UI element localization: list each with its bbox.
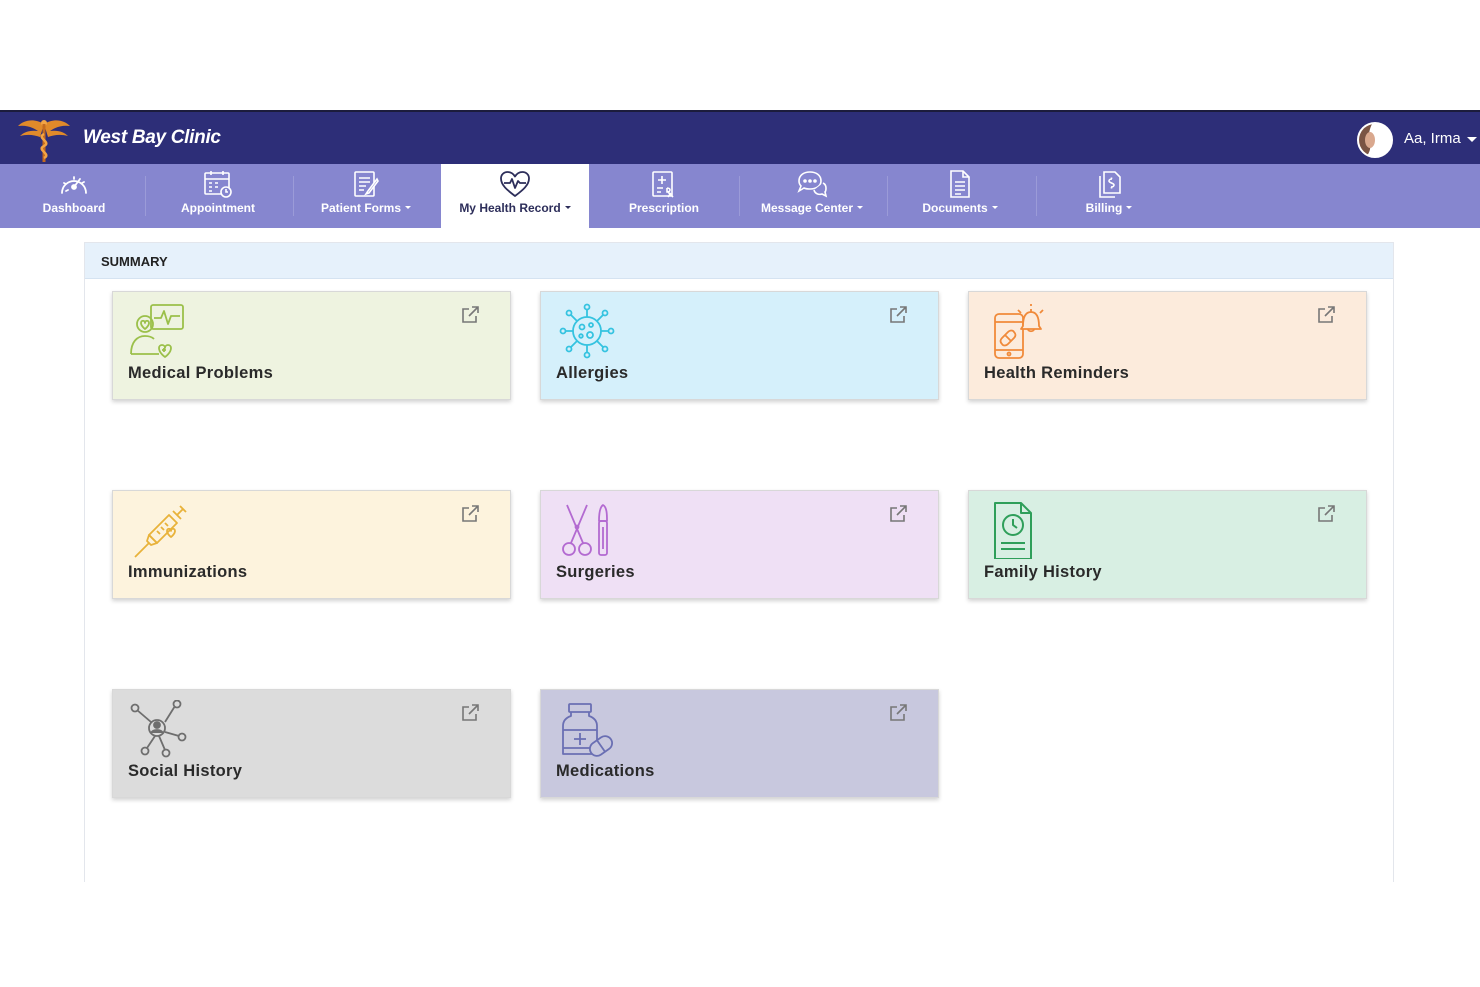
medical-problems-icon bbox=[129, 302, 189, 360]
nav-item-patient-forms[interactable]: Patient Forms bbox=[292, 164, 440, 228]
heartbeat-icon bbox=[499, 169, 531, 199]
summary-title: SUMMARY bbox=[101, 254, 168, 269]
syringe-icon bbox=[129, 501, 189, 559]
calendar-clock-icon bbox=[202, 169, 234, 199]
external-link-icon[interactable] bbox=[888, 703, 908, 723]
nav-item-documents[interactable]: Documents bbox=[886, 164, 1034, 228]
nav-item-billing[interactable]: Billing bbox=[1035, 164, 1183, 228]
main-nav: Dashboard Appointment Patient Forms My H… bbox=[0, 164, 1480, 228]
summary-header: SUMMARY bbox=[85, 243, 1393, 279]
clinic-name[interactable]: West Bay Clinic bbox=[83, 127, 221, 149]
card-health-reminders[interactable]: Health Reminders bbox=[968, 291, 1367, 400]
form-edit-icon bbox=[350, 169, 382, 199]
card-social-history[interactable]: Social History bbox=[112, 689, 511, 798]
nav-item-prescription[interactable]: Prescription bbox=[590, 164, 738, 228]
nav-label: Dashboard bbox=[42, 201, 106, 215]
external-link-icon[interactable] bbox=[460, 703, 480, 723]
chevron-down-icon[interactable] bbox=[1467, 137, 1477, 142]
nav-item-message-center[interactable]: Message Center bbox=[738, 164, 886, 228]
card-title: Medications bbox=[556, 762, 655, 780]
chevron-down-icon bbox=[991, 206, 998, 210]
card-family-history[interactable]: Family History bbox=[968, 490, 1367, 599]
virus-icon bbox=[557, 302, 617, 360]
nav-label: Documents bbox=[922, 201, 988, 215]
nav-label: Patient Forms bbox=[320, 201, 401, 215]
summary-panel: SUMMARY Medical Problems Allergies Healt… bbox=[84, 242, 1394, 882]
card-title: Health Reminders bbox=[984, 364, 1130, 382]
nav-label: Appointment bbox=[181, 201, 255, 215]
external-link-icon[interactable] bbox=[1316, 305, 1336, 325]
card-medications[interactable]: Medications bbox=[540, 689, 939, 798]
card-medical-problems[interactable]: Medical Problems bbox=[112, 291, 511, 400]
chevron-down-icon bbox=[1126, 206, 1133, 210]
nav-label: Message Center bbox=[760, 201, 854, 215]
nav-label: Prescription bbox=[628, 201, 700, 215]
caduceus-icon[interactable] bbox=[16, 116, 72, 164]
external-link-icon[interactable] bbox=[888, 504, 908, 524]
chevron-down-icon bbox=[857, 206, 864, 210]
prescription-icon bbox=[648, 169, 680, 199]
card-surgeries[interactable]: Surgeries bbox=[540, 490, 939, 599]
card-title: Immunizations bbox=[128, 563, 248, 581]
chat-bubbles-icon bbox=[796, 169, 828, 199]
card-immunizations[interactable]: Immunizations bbox=[112, 490, 511, 599]
external-link-icon[interactable] bbox=[460, 305, 480, 325]
external-link-icon[interactable] bbox=[1316, 504, 1336, 524]
scissors-scalpel-icon bbox=[557, 501, 617, 559]
nav-item-my-health-record[interactable]: My Health Record bbox=[441, 164, 589, 228]
billing-icon bbox=[1093, 169, 1125, 199]
speedometer-icon bbox=[58, 169, 90, 199]
external-link-icon[interactable] bbox=[888, 305, 908, 325]
external-link-icon[interactable] bbox=[460, 504, 480, 524]
nav-label: Billing bbox=[1085, 201, 1123, 215]
nav-label: My Health Record bbox=[459, 201, 561, 215]
card-title: Surgeries bbox=[556, 563, 635, 581]
app-root: West Bay Clinic Aa, Irma Dashboard Appoi… bbox=[0, 0, 1480, 987]
user-name[interactable]: Aa, Irma bbox=[1404, 130, 1461, 147]
nav-item-appointment[interactable]: Appointment bbox=[144, 164, 292, 228]
clock-document-icon bbox=[985, 501, 1045, 560]
document-icon bbox=[944, 169, 976, 199]
top-header-bar: West Bay Clinic Aa, Irma bbox=[0, 110, 1480, 164]
card-allergies[interactable]: Allergies bbox=[540, 291, 939, 400]
chevron-down-icon bbox=[405, 206, 411, 210]
chevron-down-icon bbox=[564, 206, 571, 210]
avatar[interactable] bbox=[1357, 122, 1393, 158]
phone-bell-icon bbox=[985, 302, 1045, 360]
card-title: Social History bbox=[128, 762, 243, 780]
nav-item-dashboard[interactable]: Dashboard bbox=[0, 164, 148, 228]
card-title: Medical Problems bbox=[128, 364, 274, 382]
network-person-icon bbox=[129, 699, 189, 758]
card-title: Allergies bbox=[556, 364, 629, 382]
pill-bottle-icon bbox=[557, 700, 617, 758]
card-title: Family History bbox=[984, 563, 1102, 581]
